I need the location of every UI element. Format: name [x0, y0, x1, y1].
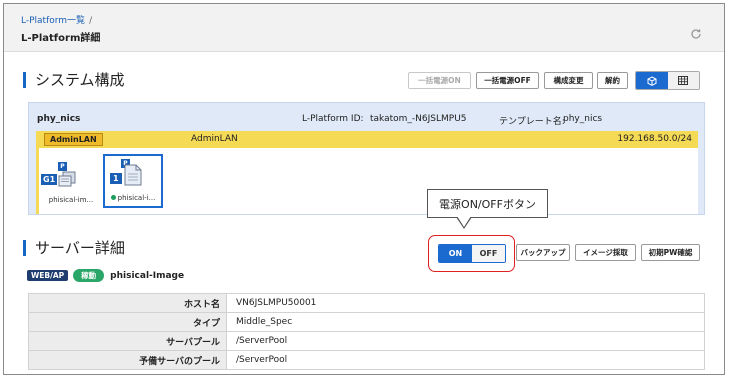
detail-key: ホスト名	[28, 293, 227, 313]
page-title: L-Platform詳細	[21, 33, 101, 44]
group-badge: G1	[41, 174, 58, 185]
detail-key: サーバプール	[28, 331, 227, 351]
grid-icon[interactable]	[667, 72, 699, 89]
network-address: 192.168.50.0/24	[617, 134, 692, 144]
network-badge: AdminLAN	[44, 133, 103, 146]
system-config-title: システム構成	[23, 72, 125, 88]
detail-value: VN6JSLMPU50001	[226, 293, 705, 313]
server-details-title: サーバー詳細	[23, 240, 125, 256]
table-row: 予備サーバのプール /ServerPool	[28, 350, 705, 370]
table-row: サーバプール /ServerPool	[28, 331, 705, 351]
backup-button[interactable]: バックアップ	[516, 244, 570, 261]
node-label-text: phisical-i...	[117, 194, 156, 202]
role-badge: WEB/AP	[27, 270, 69, 281]
callout-box: 電源ON/OFFボタン	[427, 189, 548, 218]
server-index-badge: 1	[110, 173, 122, 184]
lplatform-id-label: L-Platform ID:	[302, 114, 364, 124]
physical-badge: P	[58, 162, 67, 171]
change-config-button[interactable]: 構成変更	[544, 72, 593, 89]
page-header: L-Platform一覧 / L-Platform詳細	[4, 4, 724, 52]
window-frame: L-Platform一覧 / L-Platform詳細 システム構成 一括電源ON…	[3, 3, 725, 375]
detail-value: Middle_Spec	[226, 312, 705, 332]
lplatform-name: phy_nics	[37, 114, 81, 124]
breadcrumb-separator: /	[89, 16, 93, 26]
running-status-dot	[110, 195, 116, 200]
lplatform-panel: phy_nics L-Platform ID: takatom_-N6JSLMP…	[28, 102, 705, 215]
template-name: phy_nics	[563, 114, 603, 124]
node-label: phisical-im...	[48, 196, 94, 204]
breadcrumb-lplatform-list[interactable]: L-Platform一覧	[21, 16, 85, 26]
node-label: phisical-i...	[105, 194, 161, 202]
server-detail-table: ホスト名 VN6JSLMPU50001 タイプ Middle_Spec サーバプ…	[28, 293, 705, 370]
detail-key: タイプ	[28, 312, 227, 332]
server-group-node[interactable]: G1 P phisical-im...	[41, 154, 101, 208]
detail-value: /ServerPool	[226, 331, 705, 351]
image-capture-button[interactable]: イメージ採取	[575, 244, 636, 261]
power-on-button[interactable]: ON	[439, 245, 472, 262]
breadcrumb: L-Platform一覧 /	[21, 13, 92, 26]
initial-password-button[interactable]: 初期PW確認	[641, 244, 700, 261]
image-name: phisical-Image	[110, 270, 185, 281]
lplatform-id: takatom_-N6JSLMPU5	[370, 114, 467, 124]
bulk-power-off-button[interactable]: 一括電源OFF	[476, 72, 539, 89]
cube-icon[interactable]	[636, 72, 668, 89]
bulk-power-on-button[interactable]: 一括電源ON	[408, 72, 471, 89]
server-node-area: G1 P phisical-im... P 1 phisical-i...	[39, 148, 698, 214]
callout-tail-inner	[457, 216, 471, 227]
refresh-icon[interactable]	[690, 28, 702, 43]
server-tags: WEB/AP 稼動 phisical-Image	[27, 269, 184, 282]
cancel-contract-button[interactable]: 解約	[597, 72, 628, 89]
server-icon	[124, 164, 142, 189]
table-row: タイプ Middle_Spec	[28, 312, 705, 332]
server-group-icon	[57, 171, 79, 190]
network-segment-bar[interactable]: AdminLAN AdminLAN 192.168.50.0/24	[36, 131, 698, 148]
power-off-button[interactable]: OFF	[472, 245, 505, 262]
detail-key: 予備サーバのプール	[28, 350, 227, 370]
detail-value: /ServerPool	[226, 350, 705, 370]
power-toggle: ON OFF	[438, 244, 506, 263]
table-row: ホスト名 VN6JSLMPU50001	[28, 293, 705, 313]
network-name: AdminLAN	[191, 134, 238, 144]
template-label: テンプレート名:	[499, 117, 565, 127]
view-toggle	[635, 71, 700, 90]
selected-server-node[interactable]: P 1 phisical-i...	[103, 154, 163, 208]
status-badge: 稼動	[73, 269, 105, 282]
